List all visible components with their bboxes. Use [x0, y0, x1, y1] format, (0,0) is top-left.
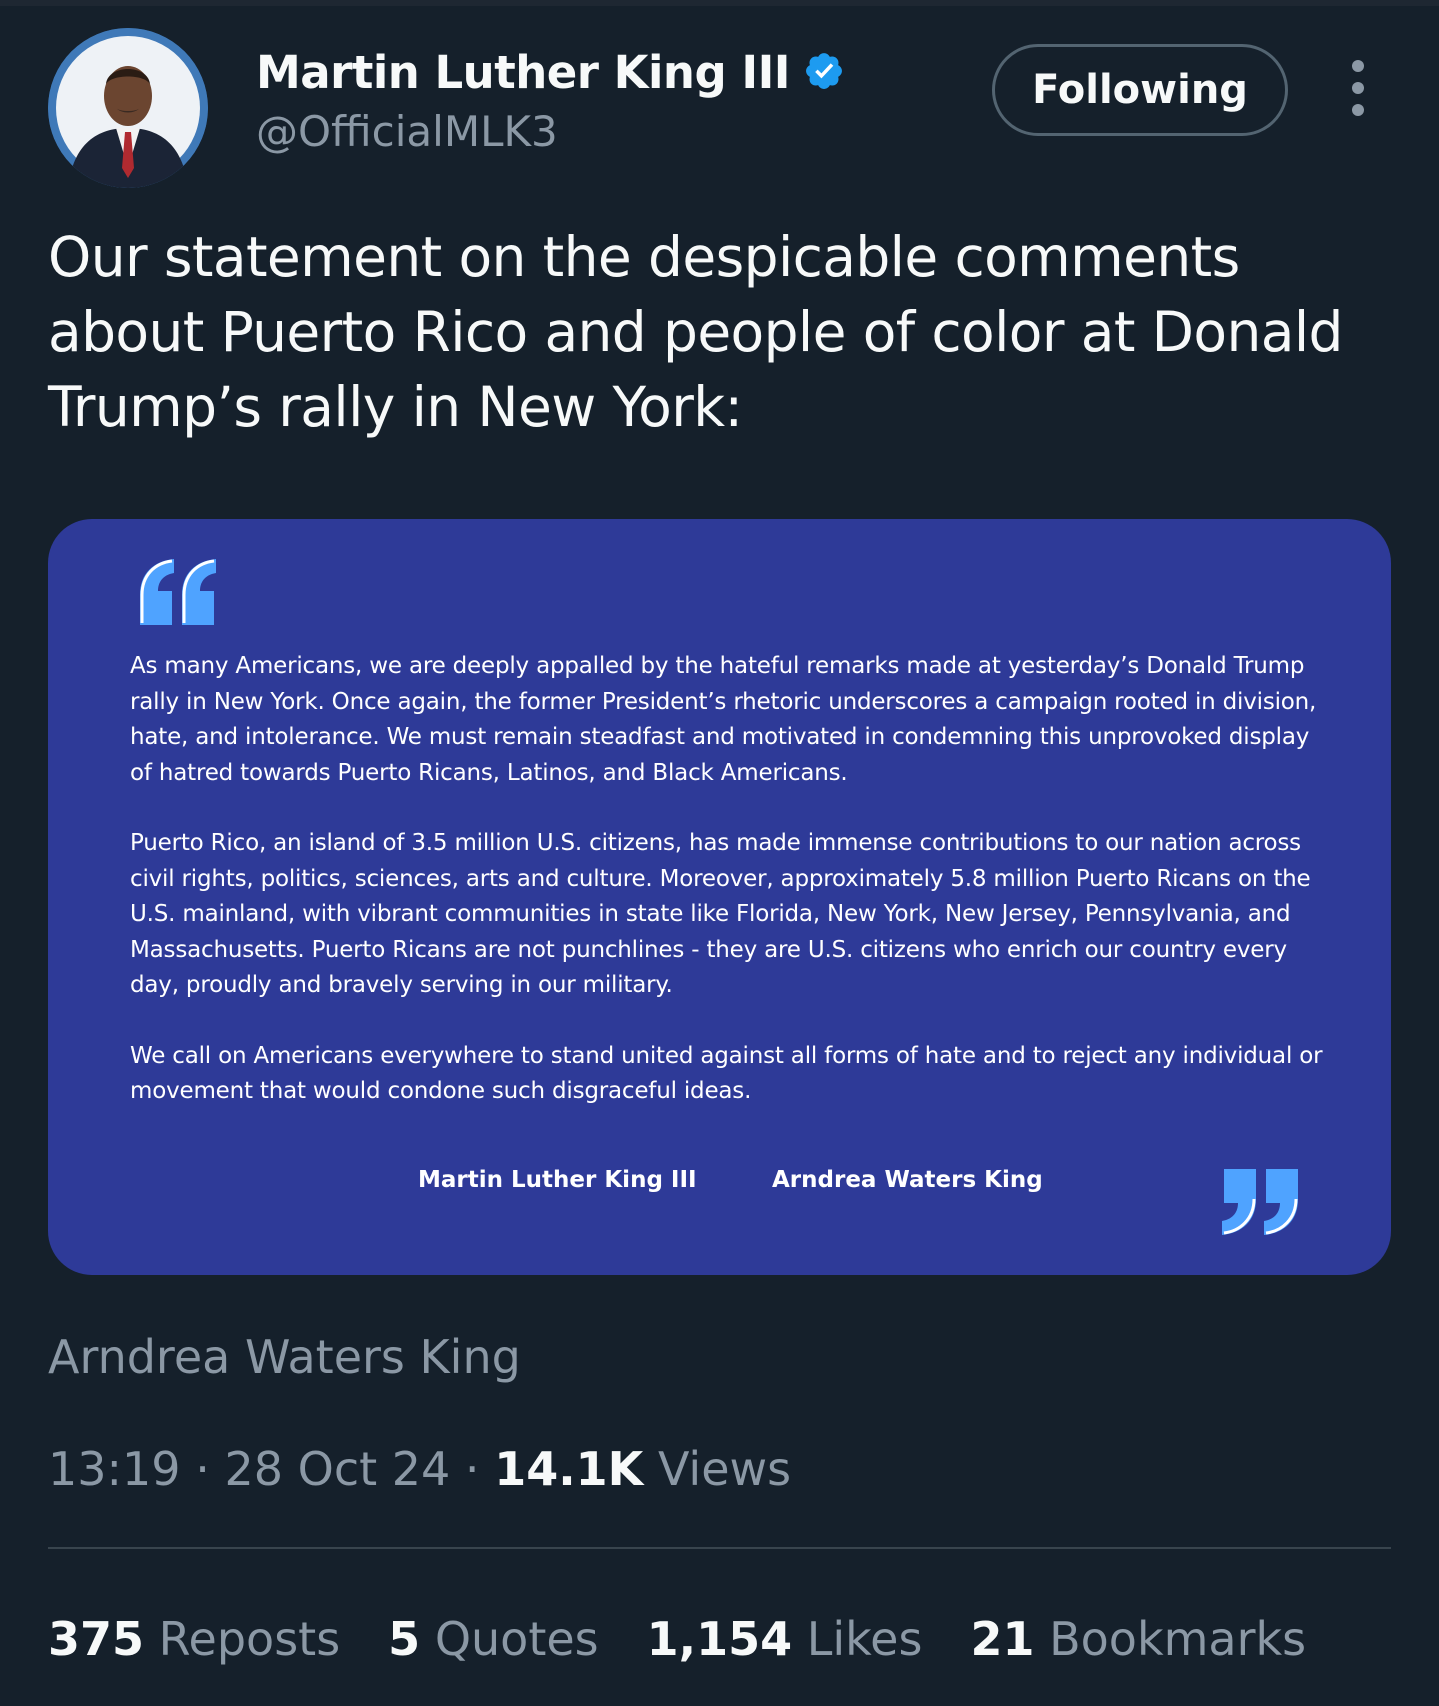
handle[interactable]: @OfficialMLK3: [256, 107, 845, 156]
engagement-stats: 375 Reposts 5 Quotes 1,154 Likes 21 Bookmar…: [48, 1612, 1354, 1666]
quotes-count: 5: [388, 1612, 421, 1666]
separator: ·: [450, 1442, 495, 1496]
close-quote-icon: [1222, 1169, 1298, 1235]
signature-arndrea: Arndrea Waters King: [772, 1167, 1043, 1193]
tweet-text: Our statement on the despicable comments…: [48, 225, 1343, 439]
statement-paragraph: As many Americans, we are deeply appalle…: [130, 653, 1317, 786]
bookmarks-stat[interactable]: 21 Bookmarks: [970, 1612, 1306, 1666]
avatar[interactable]: [48, 28, 208, 188]
views-label[interactable]: Views: [658, 1442, 791, 1496]
bookmarks-label: Bookmarks: [1049, 1612, 1307, 1666]
views-count[interactable]: 14.1K: [494, 1442, 643, 1496]
tweet-date[interactable]: 28 Oct 24: [224, 1442, 450, 1496]
tweet-header: Martin Luther King III @OfficialMLK3 Fol…: [48, 28, 1391, 188]
statement-image[interactable]: As many Americans, we are deeply appalle…: [48, 519, 1391, 1275]
statement-text: As many Americans, we are deeply appalle…: [130, 649, 1330, 1145]
statement-paragraph: Puerto Rico, an island of 3.5 million U.…: [130, 830, 1311, 998]
open-quote-icon: [140, 559, 216, 625]
reposts-stat[interactable]: 375 Reposts: [48, 1612, 340, 1666]
quotes-stat[interactable]: 5 Quotes: [388, 1612, 598, 1666]
signature-mlk3: Martin Luther King III: [418, 1167, 697, 1193]
divider: [48, 1547, 1391, 1549]
statement-paragraph: We call on Americans everywhere to stand…: [130, 1042, 1323, 1105]
display-name[interactable]: Martin Luther King III: [256, 46, 791, 99]
author-info: Martin Luther King III @OfficialMLK3: [256, 46, 845, 156]
avatar-image: [48, 28, 208, 188]
tweet-meta: 13:19 · 28 Oct 24 · 14.1K Views: [48, 1442, 791, 1496]
reposts-label: Reposts: [158, 1612, 341, 1666]
image-caption: Arndrea Waters King: [48, 1330, 521, 1384]
bookmarks-count: 21: [970, 1612, 1035, 1666]
top-border: [0, 0, 1439, 6]
reposts-count: 375: [48, 1612, 145, 1666]
likes-count: 1,154: [646, 1612, 793, 1666]
likes-stat[interactable]: 1,154 Likes: [647, 1612, 923, 1666]
verified-badge-icon: [806, 52, 843, 89]
more-vertical-icon[interactable]: [1346, 58, 1370, 118]
likes-label: Likes: [806, 1612, 923, 1666]
tweet-time[interactable]: 13:19: [48, 1442, 181, 1496]
quotes-label: Quotes: [434, 1612, 599, 1666]
following-button[interactable]: Following: [992, 44, 1288, 136]
separator: ·: [180, 1442, 225, 1496]
